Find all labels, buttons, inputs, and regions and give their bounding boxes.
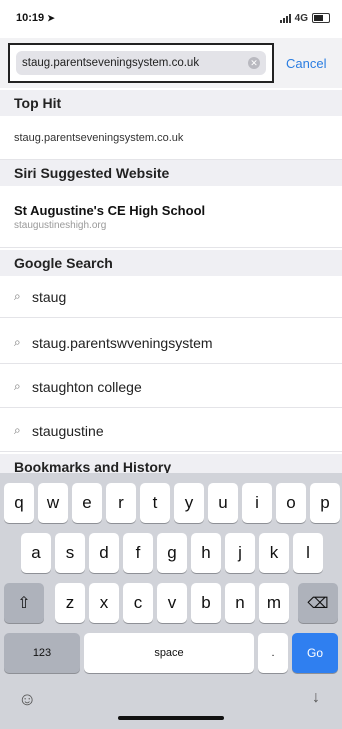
key-u[interactable]: u [208, 483, 238, 523]
search-icon: ⌕ [14, 379, 21, 393]
key-b[interactable]: b [191, 583, 221, 623]
address-bar[interactable]: staug.parentseveningsystem.co.uk ✕ [8, 43, 274, 83]
key-n[interactable]: n [225, 583, 255, 623]
shift-key[interactable]: ⇧ [4, 583, 44, 623]
suggestion-text: staugustine [32, 422, 104, 439]
key-v[interactable]: v [157, 583, 187, 623]
siri-suggestion-row[interactable]: St Augustine's CE High School staugustin… [0, 186, 342, 248]
emoji-icon[interactable]: ☺ [18, 689, 36, 710]
status-time-group: 10:19 ➤ [16, 12, 55, 24]
keyboard: q w e r t y u i o p a s d f g h j k l ⇧ … [0, 473, 342, 729]
section-header-google: Google Search [0, 250, 342, 276]
key-k[interactable]: k [259, 533, 289, 573]
space-key[interactable]: space [84, 633, 254, 673]
status-bar: 10:19 ➤ 4G [0, 0, 342, 36]
key-q[interactable]: q [4, 483, 34, 523]
section-header-top-hit: Top Hit [0, 90, 342, 116]
shift-icon: ⇧ [17, 595, 31, 612]
signal-icon [279, 13, 291, 23]
key-c[interactable]: c [123, 583, 153, 623]
section-header-siri: Siri Suggested Website [0, 160, 342, 186]
status-time: 10:19 [16, 12, 45, 24]
home-indicator [118, 716, 224, 720]
search-icon: ⌕ [14, 289, 21, 303]
address-input[interactable]: staug.parentseveningsystem.co.uk ✕ [16, 51, 266, 75]
key-o[interactable]: o [276, 483, 306, 523]
search-icon: ⌕ [14, 423, 21, 437]
key-m[interactable]: m [259, 583, 289, 623]
key-f[interactable]: f [123, 533, 153, 573]
go-key[interactable]: Go [292, 633, 338, 673]
address-input-text: staug.parentseveningsystem.co.uk [22, 57, 200, 69]
google-suggestion-row[interactable]: ⌕ staughton college [0, 366, 342, 408]
google-suggestion-row[interactable]: ⌕ staug [0, 276, 342, 318]
key-e[interactable]: e [72, 483, 102, 523]
key-g[interactable]: g [157, 533, 187, 573]
key-l[interactable]: l [293, 533, 323, 573]
location-arrow-icon: ➤ [47, 13, 55, 23]
status-indicators: 4G [279, 12, 330, 24]
suggestion-text: staughton college [32, 378, 142, 395]
network-type: 4G [294, 12, 308, 24]
key-w[interactable]: w [38, 483, 68, 523]
key-z[interactable]: z [55, 583, 85, 623]
numbers-key[interactable]: 123 [4, 633, 80, 673]
key-r[interactable]: r [106, 483, 136, 523]
suggestion-text: staug.parentswveningsystem [32, 334, 213, 351]
key-i[interactable]: i [242, 483, 272, 523]
clear-icon[interactable]: ✕ [248, 57, 260, 69]
address-bar-row: staug.parentseveningsystem.co.uk ✕ Cance… [0, 38, 342, 88]
key-a[interactable]: a [21, 533, 51, 573]
key-x[interactable]: x [89, 583, 119, 623]
key-t[interactable]: t [140, 483, 170, 523]
key-d[interactable]: d [89, 533, 119, 573]
siri-site-subtitle: staugustineshigh.org [14, 219, 107, 231]
key-h[interactable]: h [191, 533, 221, 573]
google-suggestion-row[interactable]: ⌕ staugustine [0, 410, 342, 452]
key-y[interactable]: y [174, 483, 204, 523]
battery-icon [312, 13, 330, 23]
cancel-button[interactable]: Cancel [286, 56, 326, 71]
key-j[interactable]: j [225, 533, 255, 573]
google-suggestion-row[interactable]: ⌕ staug.parentswveningsystem [0, 322, 342, 364]
microphone-icon[interactable]: ↓ [312, 689, 320, 707]
siri-site-title: St Augustine's CE High School [14, 202, 206, 218]
key-s[interactable]: s [55, 533, 85, 573]
period-key[interactable]: . [258, 633, 288, 673]
delete-key[interactable]: ⌫ [298, 583, 338, 623]
search-icon: ⌕ [14, 335, 21, 349]
delete-icon: ⌫ [307, 595, 329, 612]
top-hit-url: staug.parentseveningsystem.co.uk [14, 131, 184, 144]
suggestion-text: staug [32, 288, 67, 305]
top-hit-row[interactable]: staug.parentseveningsystem.co.uk [0, 116, 342, 160]
key-p[interactable]: p [310, 483, 340, 523]
